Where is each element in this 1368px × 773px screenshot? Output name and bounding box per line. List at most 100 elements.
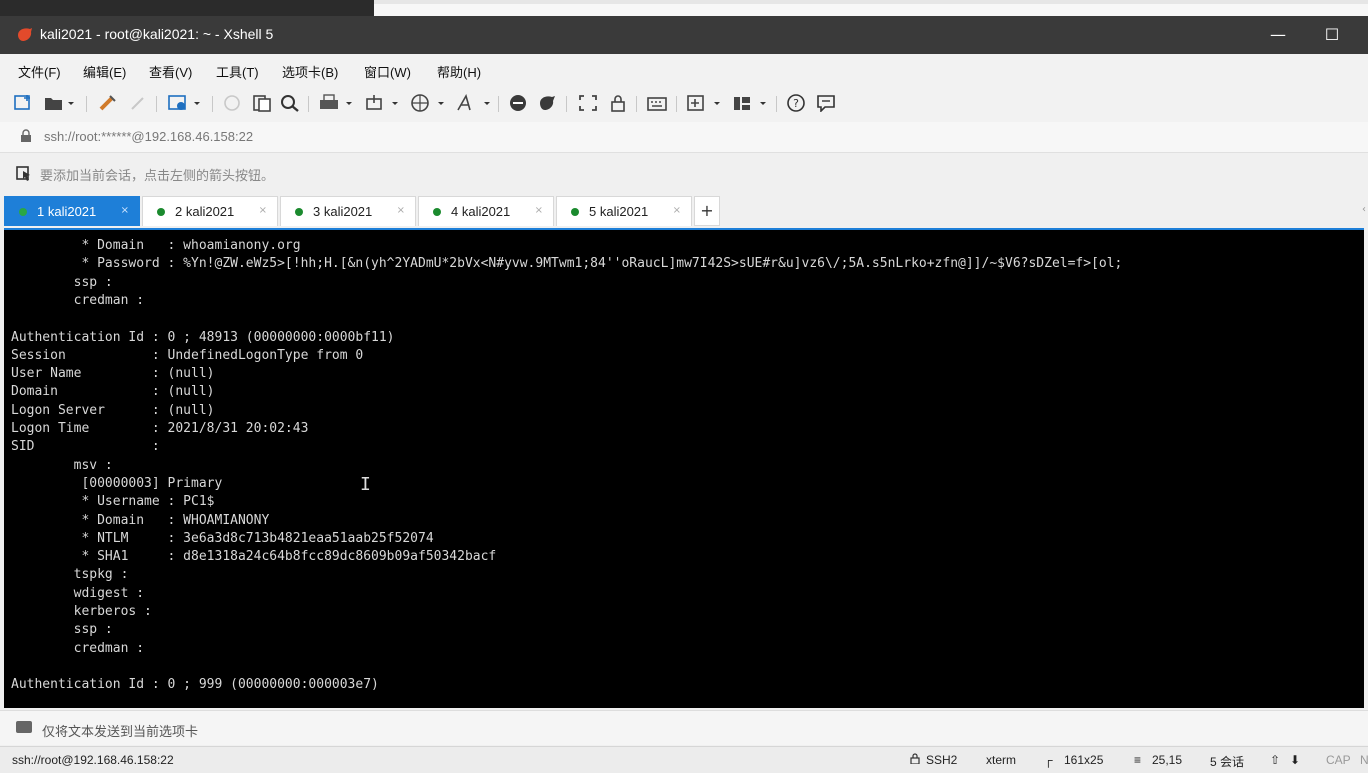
terminal-line: credman : xyxy=(11,292,145,308)
tab-status-dot xyxy=(19,208,27,216)
keyboard-icon[interactable] xyxy=(646,94,668,114)
tab-2-kali2021[interactable]: 2 kali2021 × xyxy=(142,196,278,226)
terminal-line: kerberos : xyxy=(11,604,152,619)
terminal-line: msv : xyxy=(11,457,113,473)
open-folder-icon[interactable] xyxy=(44,94,74,114)
tab-label: 2 kali2021 xyxy=(175,204,235,219)
status-caps: CAP xyxy=(1326,753,1351,767)
help-icon[interactable]: ? xyxy=(786,94,806,114)
menu-help[interactable]: 帮助(H) xyxy=(437,62,481,81)
status-connection: ssh://root@192.168.46.158:22 xyxy=(12,753,174,767)
menu-view[interactable]: 查看(V) xyxy=(149,62,192,81)
layout-icon[interactable] xyxy=(732,94,770,114)
terminal-line: Domain : (null) xyxy=(11,384,215,400)
terminal-line: * Password : %Yn!@ZW.eWz5>[!hh;H.[&n(yh^… xyxy=(11,256,1123,272)
menu-window[interactable]: 窗口(W) xyxy=(364,62,411,81)
menu-tabs[interactable]: 选项卡(B) xyxy=(282,62,338,81)
tab-3-kali2021[interactable]: 3 kali2021 × xyxy=(280,196,416,226)
address-bar[interactable]: ssh://root:******@192.168.46.158:22 xyxy=(0,122,1368,153)
tab-status-dot xyxy=(433,208,441,216)
tab-label: 4 kali2021 xyxy=(451,204,511,219)
tab-close-icon[interactable]: × xyxy=(259,205,267,216)
tab-bar: 1 kali2021 × 2 kali2021 × 3 kali2021 × 4… xyxy=(0,194,1368,228)
status-cursor-icon: ≡ xyxy=(1134,753,1142,767)
xshell-app-icon xyxy=(18,28,32,41)
fullscreen-icon[interactable] xyxy=(578,94,598,114)
terminal-line: * Domain : WHOAMIANONY xyxy=(11,512,270,528)
find-icon[interactable] xyxy=(280,94,300,114)
toolbar-separator xyxy=(308,96,309,112)
terminal-line: Logon Time : 2021/8/31 20:02:43 xyxy=(11,421,309,436)
terminal-line: SID : xyxy=(11,439,160,455)
title-bar: kali2021 - root@kali2021: ~ - Xshell 5 —… xyxy=(0,16,1368,54)
minimize-button[interactable]: — xyxy=(1256,20,1300,50)
tab-status-dot xyxy=(571,208,579,216)
tab-scroll-left-icon[interactable]: ‹ xyxy=(1362,204,1366,215)
status-sessions: 5 会话 xyxy=(1210,755,1245,769)
terminal-line: tspkg : xyxy=(11,567,129,583)
outer-dark-strip xyxy=(0,0,374,16)
outer-window-strip xyxy=(0,0,1368,16)
send-to-tab-text: 仅将文本发送到当前选项卡 xyxy=(42,724,199,739)
print-icon[interactable] xyxy=(318,94,356,114)
tab-close-icon[interactable]: × xyxy=(397,205,405,216)
new-session-icon[interactable] xyxy=(14,94,34,114)
transfer-icon[interactable] xyxy=(364,94,402,114)
svg-text:?: ? xyxy=(793,97,799,110)
tab-label: 1 kali2021 xyxy=(37,204,97,219)
tab-status-dot xyxy=(157,208,165,216)
tab-5-kali2021[interactable]: 5 kali2021 × xyxy=(556,196,692,226)
lock-icon xyxy=(20,129,32,145)
address-text[interactable]: ssh://root:******@192.168.46.158:22 xyxy=(44,129,253,144)
chat-icon[interactable] xyxy=(816,94,836,114)
download-arrow-icon: ⬇ xyxy=(1290,753,1301,767)
globe-icon[interactable] xyxy=(410,94,448,114)
terminal-line: Authentication Id : 0 ; 999 (00000000:00… xyxy=(11,677,379,693)
add-tab-button[interactable]: + xyxy=(694,196,720,226)
tab-1-kali2021[interactable]: 1 kali2021 × xyxy=(4,196,140,226)
status-bar: ssh://root@192.168.46.158:22 SSH2 xterm … xyxy=(0,746,1368,773)
text-cursor-ibeam-icon: I xyxy=(360,474,371,495)
disconnect-icon[interactable] xyxy=(128,94,148,114)
upload-arrow-icon: ⇧ xyxy=(1270,753,1281,767)
outer-light-strip xyxy=(374,4,1368,16)
toolbar-separator xyxy=(156,96,157,112)
terminal-line: ssp : xyxy=(11,622,113,638)
terminal-output[interactable]: I * Domain : whoamianony.org * Password … xyxy=(4,228,1364,708)
terminal-line: [00000003] Primary xyxy=(11,475,223,491)
menu-file[interactable]: 文件(F) xyxy=(18,62,61,81)
menu-tools[interactable]: 工具(T) xyxy=(216,62,259,81)
paste-icon[interactable] xyxy=(252,94,272,114)
tab-close-icon[interactable]: × xyxy=(535,205,543,216)
font-icon[interactable] xyxy=(456,93,494,114)
tab-close-icon[interactable]: × xyxy=(121,205,129,216)
status-cursor-pos: 25,15 xyxy=(1152,753,1183,767)
status-lock-icon xyxy=(910,753,920,767)
lock-icon[interactable] xyxy=(608,94,628,114)
toolbar-separator xyxy=(636,96,637,112)
terminal-line: * Username : PC1$ xyxy=(11,494,215,510)
properties-icon[interactable] xyxy=(168,94,202,114)
terminal-line: Authentication Id : 0 ; 48913 (00000000:… xyxy=(11,329,395,345)
toolbar-separator xyxy=(566,96,567,112)
maximize-button[interactable]: ☐ xyxy=(1310,20,1354,50)
tab-label: 3 kali2021 xyxy=(313,204,373,219)
copy-icon[interactable] xyxy=(222,94,242,114)
add-session-arrow-icon[interactable] xyxy=(16,165,32,185)
tab-close-icon[interactable]: × xyxy=(673,205,681,216)
connect-icon[interactable] xyxy=(98,94,118,114)
tab-status-dot xyxy=(295,208,303,216)
session-hint-bar: 要添加当前会话，点击左侧的箭头按钮。 xyxy=(0,153,1368,191)
terminal-line: wdigest : xyxy=(11,585,145,601)
menu-edit[interactable]: 编辑(E) xyxy=(83,62,126,81)
xftp-icon[interactable] xyxy=(508,94,528,114)
send-to-tab-bar[interactable]: 仅将文本发送到当前选项卡 xyxy=(0,710,1368,745)
menu-bar: 文件(F) 编辑(E) 查看(V) 工具(T) 选项卡(B) 窗口(W) 帮助(… xyxy=(0,54,1368,86)
terminal-line: * SHA1 : d8e1318a24c64b8fcc89dc8609b09af… xyxy=(11,549,497,565)
compose-icon[interactable] xyxy=(686,94,724,114)
status-terminal-type: xterm xyxy=(986,753,1016,767)
terminal-line: credman : xyxy=(11,640,145,656)
status-num: NUM xyxy=(1360,753,1368,767)
tab-4-kali2021[interactable]: 4 kali2021 × xyxy=(418,196,554,226)
xshell-icon[interactable] xyxy=(538,94,558,114)
